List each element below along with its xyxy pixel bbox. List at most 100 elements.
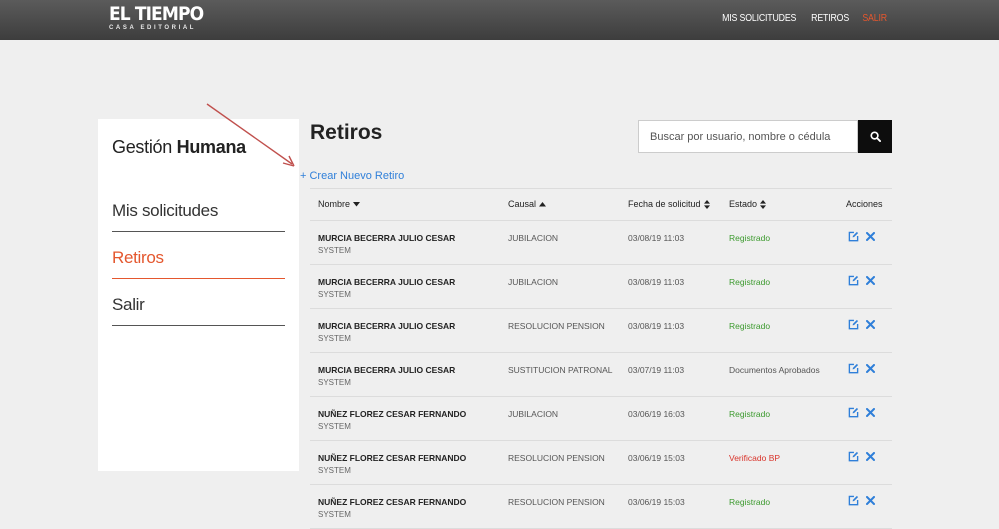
column-label: Nombre (318, 199, 351, 209)
table-row[interactable]: MURCIA BECERRA JULIO CESAR SYSTEM RESOLU… (310, 309, 892, 353)
table-row[interactable]: MURCIA BECERRA JULIO CESAR SYSTEM SUSTIT… (310, 353, 892, 397)
edit-button[interactable] (848, 407, 859, 418)
close-icon (866, 452, 875, 461)
table-row[interactable]: MURCIA BECERRA JULIO CESAR SYSTEM JUBILA… (310, 265, 892, 309)
edit-button[interactable] (848, 451, 859, 462)
cell-causal: JUBILACION (508, 233, 559, 243)
column-label: Fecha de solicitud (628, 199, 701, 209)
sidebar-item-salir[interactable]: Salir (112, 282, 285, 326)
column-header-nombre[interactable]: Nombre (318, 199, 361, 209)
sidebar-title: Gestión Humana (112, 137, 246, 158)
cell-causal: SUSTITUCION PATRONAL (508, 365, 613, 375)
cell-nombre: NUÑEZ FLOREZ CESAR FERNANDO SYSTEM (318, 453, 466, 475)
table-header: Nombre Causal Fecha de solicitud Estado … (310, 188, 892, 221)
edit-button[interactable] (848, 319, 859, 330)
delete-button[interactable] (866, 320, 875, 329)
caret-down-icon (353, 201, 361, 206)
cell-fecha: 03/08/19 11:03 (628, 321, 685, 331)
edit-button[interactable] (848, 231, 859, 242)
edit-button[interactable] (848, 275, 859, 286)
cell-acciones (848, 319, 875, 330)
logo[interactable]: EL TIEMPO CASA EDITORIAL (109, 3, 214, 32)
column-label: Acciones (846, 199, 883, 209)
close-icon (866, 232, 875, 241)
edit-icon (848, 451, 859, 462)
cell-estado: Registrado (729, 277, 771, 287)
cell-causal: RESOLUCION PENSION (508, 497, 605, 507)
cell-causal: RESOLUCION PENSION (508, 321, 605, 331)
employee-source: SYSTEM (318, 290, 351, 299)
cell-nombre: NUÑEZ FLOREZ CESAR FERNANDO SYSTEM (318, 409, 466, 431)
employee-source: SYSTEM (318, 466, 351, 475)
table-row[interactable]: MURCIA BECERRA JULIO CESAR SYSTEM JUBILA… (310, 221, 892, 265)
cell-nombre: MURCIA BECERRA JULIO CESAR SYSTEM (318, 365, 455, 387)
edit-icon (848, 319, 859, 330)
cell-estado: Registrado (729, 233, 771, 243)
sidebar: Gestión Humana Mis solicitudes Retiros S… (98, 119, 299, 471)
logo-title: EL TIEMPO (109, 3, 204, 25)
retiros-table: Nombre Causal Fecha de solicitud Estado … (310, 188, 892, 529)
cell-fecha: 03/06/19 16:03 (628, 409, 685, 419)
close-icon (866, 320, 875, 329)
edit-icon (848, 231, 859, 242)
top-nav-retiros[interactable]: RETIROS (811, 13, 849, 24)
create-new-retiro-link[interactable]: + Crear Nuevo Retiro (300, 170, 404, 182)
cell-causal: JUBILACION (508, 409, 559, 419)
edit-button[interactable] (848, 363, 859, 374)
table-row[interactable]: NUÑEZ FLOREZ CESAR FERNANDO SYSTEM RESOL… (310, 441, 892, 485)
sidebar-item-label: Mis solicitudes (112, 201, 219, 220)
search-button[interactable] (858, 120, 892, 153)
top-nav-salir[interactable]: SALIR (862, 13, 887, 24)
top-nav: MIS SOLICITUDES RETIROS SALIR (712, 13, 887, 24)
cell-estado: Registrado (729, 321, 771, 331)
employee-name: MURCIA BECERRA JULIO CESAR (318, 277, 456, 287)
sidebar-title-light: Gestión (112, 137, 172, 157)
cell-fecha: 03/06/19 15:03 (628, 453, 685, 463)
employee-name: NUÑEZ FLOREZ CESAR FERNANDO (318, 497, 467, 507)
top-bar: EL TIEMPO CASA EDITORIAL MIS SOLICITUDES… (0, 0, 999, 40)
edit-icon (848, 407, 859, 418)
close-icon (866, 408, 875, 417)
close-icon (866, 496, 875, 505)
table-row[interactable]: NUÑEZ FLOREZ CESAR FERNANDO SYSTEM RESOL… (310, 485, 892, 529)
delete-button[interactable] (866, 276, 875, 285)
employee-name: MURCIA BECERRA JULIO CESAR (318, 321, 456, 331)
column-header-fecha[interactable]: Fecha de solicitud (628, 199, 710, 209)
caret-up-icon (539, 201, 547, 206)
cell-nombre: MURCIA BECERRA JULIO CESAR SYSTEM (318, 233, 455, 255)
cell-acciones (848, 231, 875, 242)
edit-icon (848, 363, 859, 374)
table-row[interactable]: NUÑEZ FLOREZ CESAR FERNANDO SYSTEM JUBIL… (310, 397, 892, 441)
employee-name: NUÑEZ FLOREZ CESAR FERNANDO (318, 453, 467, 463)
search-bar (638, 120, 892, 153)
cell-nombre: MURCIA BECERRA JULIO CESAR SYSTEM (318, 321, 455, 343)
cell-nombre: MURCIA BECERRA JULIO CESAR SYSTEM (318, 277, 455, 299)
edit-icon (848, 495, 859, 506)
sidebar-item-retiros[interactable]: Retiros (112, 235, 285, 279)
employee-name: NUÑEZ FLOREZ CESAR FERNANDO (318, 409, 467, 419)
page-title: Retiros (310, 121, 383, 144)
logo-subtitle: CASA EDITORIAL (109, 25, 197, 31)
cell-estado: Documentos Aprobados (729, 365, 820, 375)
sort-icon (703, 199, 710, 209)
cell-acciones (848, 407, 875, 418)
column-label: Estado (729, 199, 758, 209)
column-label: Causal (508, 199, 537, 209)
delete-button[interactable] (866, 408, 875, 417)
top-nav-mis-solicitudes[interactable]: MIS SOLICITUDES (722, 13, 796, 24)
delete-button[interactable] (866, 232, 875, 241)
cell-acciones (848, 495, 875, 506)
delete-button[interactable] (866, 364, 875, 373)
cell-fecha: 03/06/19 15:03 (628, 497, 685, 507)
delete-button[interactable] (866, 452, 875, 461)
column-header-estado[interactable]: Estado (729, 199, 767, 209)
search-icon (869, 131, 881, 142)
column-header-causal[interactable]: Causal (508, 199, 547, 209)
edit-button[interactable] (848, 495, 859, 506)
delete-button[interactable] (866, 496, 875, 505)
cell-nombre: NUÑEZ FLOREZ CESAR FERNANDO SYSTEM (318, 497, 466, 519)
sidebar-item-mis-solicitudes[interactable]: Mis solicitudes (112, 188, 285, 232)
cell-acciones (848, 363, 875, 374)
employee-source: SYSTEM (318, 378, 351, 387)
search-input[interactable] (638, 120, 858, 153)
